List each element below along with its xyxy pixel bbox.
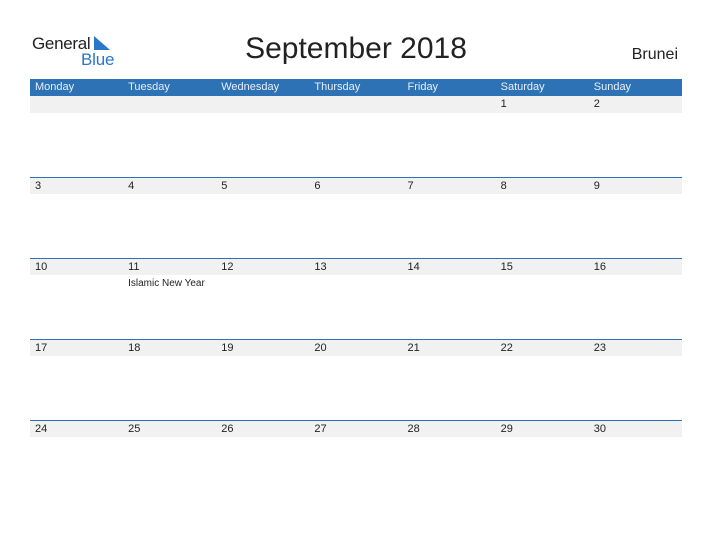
day-number: 10 — [35, 261, 48, 273]
day-number: 28 — [407, 423, 420, 435]
weekday-saturday: Saturday — [500, 81, 545, 93]
week-date-band: 17 18 19 20 21 22 23 — [30, 339, 682, 356]
week-date-band: 24 25 26 27 28 29 30 — [30, 420, 682, 437]
weekday-friday: Friday — [407, 81, 439, 93]
day-cell[interactable] — [216, 96, 309, 113]
weekday-monday: Monday — [35, 81, 75, 93]
day-number: 30 — [593, 423, 606, 435]
day-cell[interactable]: 21 — [403, 340, 496, 356]
day-cell[interactable]: 23 — [589, 340, 682, 356]
weekday-wednesday: Wednesday — [221, 81, 280, 93]
day-cell[interactable]: 8 — [496, 178, 589, 194]
day-number: 29 — [500, 423, 513, 435]
day-cell[interactable]: 22 — [496, 340, 589, 356]
day-number: 3 — [35, 180, 42, 192]
country-label: Brunei — [631, 46, 678, 63]
day-number: 20 — [314, 342, 327, 354]
day-cell[interactable] — [403, 96, 496, 113]
day-number: 4 — [128, 180, 135, 192]
day-number: 16 — [593, 261, 606, 273]
day-cell[interactable]: 10 — [30, 259, 123, 275]
weekday-tuesday: Tuesday — [128, 81, 170, 93]
day-number: 24 — [35, 423, 48, 435]
day-number: 27 — [314, 423, 327, 435]
day-cell[interactable]: 19 — [216, 340, 309, 356]
week-date-band: 10 11 Islamic New Year 12 13 14 15 16 — [30, 258, 682, 289]
day-number: 5 — [221, 180, 228, 192]
day-cell[interactable]: 18 — [123, 340, 216, 356]
day-number: 14 — [407, 261, 420, 273]
day-number: 21 — [407, 342, 420, 354]
day-cell[interactable]: 6 — [309, 178, 402, 194]
day-number: 12 — [221, 261, 234, 273]
day-cell[interactable]: 9 — [589, 178, 682, 194]
day-cell[interactable]: 14 — [403, 259, 496, 275]
day-cell[interactable] — [30, 96, 123, 113]
calendar-week: 3 4 5 6 7 8 9 — [30, 177, 682, 258]
day-number: 17 — [35, 342, 48, 354]
day-cell[interactable]: 7 — [403, 178, 496, 194]
calendar-week: 12 — [30, 96, 682, 177]
day-cell[interactable]: 2 — [589, 96, 682, 113]
day-cell[interactable]: 25 — [123, 421, 216, 437]
day-cell[interactable]: 27 — [309, 421, 402, 437]
day-cell[interactable]: 15 — [496, 259, 589, 275]
day-cell[interactable]: 28 — [403, 421, 496, 437]
day-cell[interactable]: 13 — [309, 259, 402, 275]
week-date-band: 3 4 5 6 7 8 9 — [30, 177, 682, 194]
day-number: 15 — [500, 261, 513, 273]
day-number: 26 — [221, 423, 234, 435]
day-number: 6 — [314, 180, 321, 192]
day-cell[interactable]: 30 — [589, 421, 682, 437]
weekday-thursday: Thursday — [314, 81, 361, 93]
day-number: 19 — [221, 342, 234, 354]
day-cell[interactable]: 26 — [216, 421, 309, 437]
day-number: 7 — [407, 180, 414, 192]
day-cell[interactable]: 24 — [30, 421, 123, 437]
day-cell[interactable]: 3 — [30, 178, 123, 194]
day-cell[interactable]: 16 — [589, 259, 682, 275]
day-cell[interactable]: 29 — [496, 421, 589, 437]
day-cell[interactable]: 17 — [30, 340, 123, 356]
calendar-week: 24 25 26 27 28 29 30 — [30, 420, 682, 501]
day-cell[interactable]: 1 — [496, 96, 589, 113]
day-cell[interactable]: 12 — [216, 259, 309, 275]
day-cell[interactable]: 11 Islamic New Year — [123, 259, 216, 289]
weekday-sunday: Sunday — [593, 81, 632, 93]
calendar-week: 17 18 19 20 21 22 23 — [30, 339, 682, 420]
day-number: 23 — [593, 342, 606, 354]
day-cell[interactable]: 20 — [309, 340, 402, 356]
calendar-title: September 2018 — [245, 32, 467, 65]
calendar-week: 10 11 Islamic New Year 12 13 14 15 16 — [30, 258, 682, 339]
day-cell[interactable] — [309, 96, 402, 113]
weekday-header: Monday Tuesday Wednesday Thursday Friday… — [30, 79, 682, 96]
day-cell[interactable]: 4 — [123, 178, 216, 194]
day-cell[interactable]: 5 — [216, 178, 309, 194]
day-number: 18 — [128, 342, 141, 354]
day-number: 22 — [500, 342, 513, 354]
week-date-band: 12 — [30, 96, 682, 113]
day-number: 8 — [500, 180, 507, 192]
day-cell[interactable] — [123, 96, 216, 113]
day-number: 2 — [593, 98, 600, 110]
day-number: 1 — [500, 98, 507, 110]
holiday-label: Islamic New Year — [128, 278, 205, 289]
day-number: 25 — [128, 423, 141, 435]
day-number: 11 — [128, 261, 140, 273]
day-number: 9 — [593, 180, 600, 192]
day-number: 13 — [314, 261, 327, 273]
